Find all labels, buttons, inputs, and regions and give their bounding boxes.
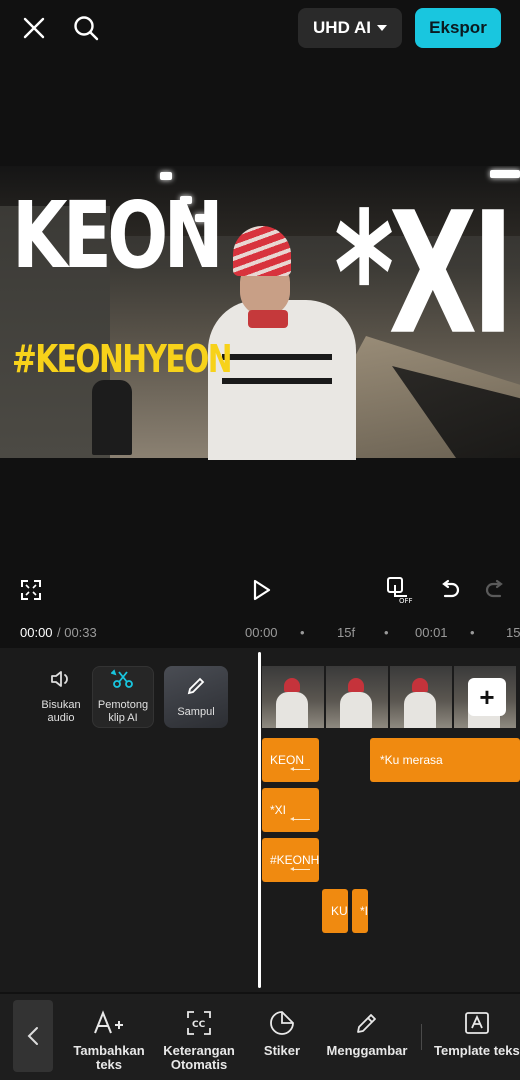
keyframe-off-icon[interactable]: OFF: [382, 572, 418, 608]
time-ruler: 00:00 / 00:33 00:00 • 15f • 00:01 • 15f: [0, 620, 520, 644]
redo-icon[interactable]: [477, 572, 513, 608]
auto-captions-label: Keterangan Otomatis: [163, 1043, 235, 1072]
svg-text:CC: CC: [192, 1020, 206, 1030]
chevron-left-icon: [27, 1027, 38, 1045]
draw-label: Menggambar: [326, 1043, 408, 1058]
chevron-down-icon: [376, 25, 387, 31]
text-clip-label: KU: [331, 904, 348, 918]
sticker-label: Stiker: [263, 1043, 301, 1058]
overlay-right-text[interactable]: *XI: [334, 189, 514, 358]
text-template-button[interactable]: Template teks: [434, 1008, 520, 1058]
current-time: 00:00: [20, 625, 53, 640]
top-bar: UHD AI Ekspor: [0, 0, 520, 58]
draw-button[interactable]: Menggambar: [322, 1008, 412, 1058]
draw-pencil-icon: [355, 1008, 379, 1038]
ruler-tick: •: [300, 625, 305, 640]
mute-audio-label: Bisukan audio: [41, 699, 81, 724]
search-icon[interactable]: [68, 10, 104, 46]
cover-button[interactable]: Sampul: [164, 666, 228, 728]
text-clip[interactable]: *XI: [262, 788, 319, 832]
speaker-icon: [50, 669, 72, 693]
playhead[interactable]: [258, 652, 261, 988]
shirt-stripe: [222, 354, 332, 360]
back-button[interactable]: [13, 1000, 53, 1072]
bottom-toolbar: Tambahkan teks CC Keterangan Otomatis St…: [0, 994, 520, 1080]
video-frame-thumbnail: [326, 666, 388, 728]
play-icon[interactable]: [243, 572, 279, 608]
shirt-stripe: [222, 378, 332, 384]
text-clip-label: *I: [360, 904, 368, 918]
auto-captions-icon: CC: [186, 1008, 212, 1038]
arrow-left-icon: [290, 767, 310, 771]
close-icon[interactable]: [16, 10, 52, 46]
text-clip[interactable]: KU: [322, 889, 348, 933]
player-controls: OFF: [0, 568, 520, 612]
text-template-icon: [464, 1008, 490, 1038]
text-clip[interactable]: *I: [352, 889, 368, 933]
svg-text:OFF: OFF: [399, 597, 413, 604]
quality-label: UHD AI: [313, 18, 371, 37]
text-clip[interactable]: *Ku merasa: [370, 738, 520, 782]
add-text-button[interactable]: Tambahkan teks: [68, 1008, 150, 1072]
arrow-left-icon: [290, 867, 310, 871]
arrow-left-icon: [290, 817, 310, 821]
preview-scarf: [248, 310, 288, 328]
plus-icon: +: [479, 681, 495, 712]
export-button[interactable]: Ekspor: [415, 8, 501, 48]
text-clip[interactable]: KEON: [262, 738, 319, 782]
ruler-tick: 15f: [337, 625, 356, 640]
fullscreen-icon[interactable]: [13, 572, 49, 608]
add-clip-button[interactable]: +: [468, 678, 506, 716]
video-frame-thumbnail: [390, 666, 452, 728]
ceiling-light: [160, 172, 172, 180]
undo-icon[interactable]: [432, 572, 468, 608]
toolbar-divider: [421, 1024, 422, 1050]
timeline-panel[interactable]: Bisukan audio Pemotong klip AI Sampul + …: [0, 648, 520, 992]
ai-clip-cutter-button[interactable]: Pemotong klip AI: [92, 666, 154, 728]
ruler-tick: •: [384, 625, 389, 640]
cover-label: Sampul: [177, 705, 215, 718]
ruler-tick: •: [470, 625, 475, 640]
text-clip-label: *Ku merasa: [380, 753, 443, 767]
ruler-tick: 15f: [506, 625, 520, 640]
mute-audio-button[interactable]: Bisukan audio: [30, 666, 92, 728]
overlay-hashtag-text[interactable]: #KEONHYEON: [12, 340, 233, 378]
add-text-label: Tambahkan teks: [73, 1043, 145, 1072]
total-time: / 00:33: [57, 625, 97, 640]
text-clip-label: #KEONH: [270, 853, 319, 867]
ai-clip-cutter-label: Pemotong klip AI: [97, 699, 149, 724]
text-clip-label: KEON: [270, 753, 305, 767]
preview-beanie: [233, 226, 291, 276]
edit-pencil-icon: [186, 676, 206, 700]
preview-background-person: [92, 380, 132, 455]
text-template-label: Template teks: [434, 1043, 520, 1058]
overlay-title-text[interactable]: KEON: [12, 190, 224, 282]
ruler-tick: 00:00: [245, 625, 278, 640]
video-frame-thumbnail: [262, 666, 324, 728]
quality-dropdown[interactable]: UHD AI: [298, 8, 402, 48]
auto-captions-button[interactable]: CC Keterangan Otomatis: [158, 1008, 240, 1072]
add-text-icon: [93, 1008, 125, 1038]
sticker-icon: [269, 1008, 295, 1038]
sticker-button[interactable]: Stiker: [252, 1008, 312, 1058]
text-clip-label: *XI: [270, 803, 287, 817]
text-clip[interactable]: #KEONH: [262, 838, 319, 882]
ai-scissors-icon: [110, 669, 135, 693]
ruler-tick: 00:01: [415, 625, 448, 640]
